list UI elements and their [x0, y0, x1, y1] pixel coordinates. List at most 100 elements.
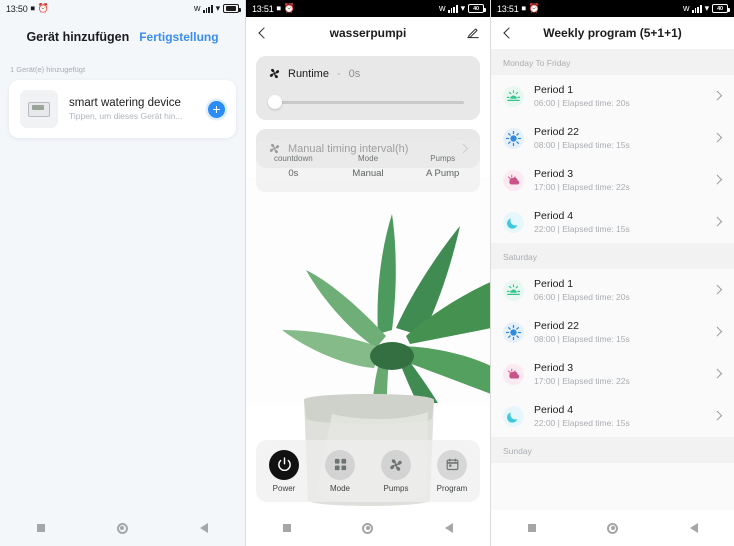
nav-home-button[interactable]	[354, 522, 382, 534]
dock-mode-button[interactable]: Mode	[312, 449, 368, 493]
nav-recents-button[interactable]	[518, 524, 546, 532]
sunrise-icon	[503, 85, 524, 107]
sun-icon	[503, 321, 524, 343]
status-bar: 13:51 ⏹ ⏰ w ▾ 40	[246, 0, 490, 17]
chevron-right-icon	[714, 176, 722, 184]
chevron-right-icon	[714, 134, 722, 142]
list-item[interactable]: Period 22 08:00 | Elapsed time: 15s	[491, 117, 734, 159]
slider-knob[interactable]	[268, 95, 282, 109]
chevron-right-icon	[714, 286, 722, 294]
page-title: wasserpumpi	[329, 26, 407, 40]
wifi-icon: ▾	[215, 3, 221, 13]
finish-button[interactable]: Fertigstellung	[139, 30, 218, 44]
period-meta: 22:00 | Elapsed time: 15s	[534, 418, 630, 428]
pencil-icon[interactable]	[466, 26, 480, 40]
wifi-icon: ▾	[460, 3, 466, 13]
list-item[interactable]: Period 1 06:00 | Elapsed time: 20s	[491, 269, 734, 311]
wifi-icon: ▾	[704, 3, 710, 13]
list-item[interactable]: Period 3 17:00 | Elapsed time: 22s	[491, 353, 734, 395]
triangle-icon	[200, 523, 209, 533]
nav-back-button[interactable]	[680, 523, 708, 533]
dock-pumps-label: Pumps	[383, 483, 409, 493]
back-icon[interactable]	[256, 26, 270, 40]
moon-icon	[503, 405, 524, 427]
fan-icon	[268, 67, 281, 80]
power-icon	[269, 449, 299, 480]
list-item-text: Period 3 17:00 | Elapsed time: 22s	[534, 168, 704, 192]
period-meta: 06:00 | Elapsed time: 20s	[534, 98, 630, 108]
screen-device-control: 13:51 ⏹ ⏰ w ▾ 40 wasserpumpi Runtime · 0…	[245, 0, 490, 546]
status-bar-right: w ▾	[193, 3, 241, 13]
status-bar: 13:50 ⏹ ⏰ w ▾	[0, 0, 245, 17]
add-device-header: Gerät hinzufügen Fertigstellung	[0, 17, 245, 57]
list-item-text: Period 4 22:00 | Elapsed time: 15s	[534, 404, 704, 428]
status-countdown-value: 0s	[288, 167, 299, 179]
list-item[interactable]: Period 4 22:00 | Elapsed time: 15s	[491, 395, 734, 437]
back-icon[interactable]	[501, 26, 515, 40]
period-list-weekdays: Period 1 06:00 | Elapsed time: 20s Perio…	[491, 75, 734, 243]
device-hint: Tippen, um dieses Gerät hin...	[69, 111, 183, 121]
status-bar: 13:51 ⏹ ⏰ w ▾ 40	[491, 0, 734, 17]
square-icon	[282, 524, 291, 532]
nav-recents-button[interactable]	[27, 524, 55, 532]
circle-icon	[116, 522, 128, 534]
period-name: Period 3	[534, 168, 574, 180]
dock-power-button[interactable]: Power	[256, 449, 312, 493]
nav-back-button[interactable]	[435, 523, 463, 533]
period-name: Period 1	[534, 278, 574, 290]
period-name: Period 22	[534, 126, 579, 138]
moon-icon	[503, 211, 524, 233]
android-nav-bar	[491, 510, 734, 546]
list-item[interactable]: Period 4 22:00 | Elapsed time: 15s	[491, 201, 734, 243]
list-item-text: Period 1 06:00 | Elapsed time: 20s	[534, 278, 704, 302]
list-item[interactable]: Period 22 08:00 | Elapsed time: 15s	[491, 311, 734, 353]
sun-icon	[503, 127, 524, 149]
dock-program-button[interactable]: Program	[424, 449, 480, 493]
square-icon	[36, 524, 45, 532]
status-bar-right: w ▾ 40	[683, 3, 730, 13]
list-item-text: Period 4 22:00 | Elapsed time: 15s	[534, 210, 704, 234]
weekly-program-list[interactable]: Monday To Friday Period 1 06:00 | Elapse…	[491, 49, 734, 546]
device-header: wasserpumpi	[246, 17, 490, 49]
dock-pumps-button[interactable]: Pumps	[368, 449, 424, 493]
runtime-separator: ·	[336, 67, 341, 80]
list-item[interactable]: Period 1 06:00 | Elapsed time: 20s	[491, 75, 734, 117]
runtime-slider[interactable]	[268, 95, 468, 109]
sunset-icon	[503, 363, 524, 385]
list-item-text: Period 1 06:00 | Elapsed time: 20s	[534, 84, 704, 108]
period-name: Period 4	[534, 210, 574, 222]
status-mode-value: Manual	[352, 167, 384, 179]
nav-home-button[interactable]	[108, 522, 136, 534]
fan-icon	[381, 449, 411, 480]
status-pumps-value: A Pump	[426, 167, 460, 179]
list-item-text: Period 22 08:00 | Elapsed time: 15s	[534, 126, 704, 150]
device-card[interactable]: smart watering device Tippen, um dieses …	[9, 80, 236, 138]
dock-mode-label: Mode	[329, 483, 350, 493]
bluetooth-icon: w	[193, 3, 201, 13]
circle-icon	[362, 522, 374, 534]
period-name: Period 4	[534, 404, 574, 416]
list-item[interactable]: Period 3 17:00 | Elapsed time: 22s	[491, 159, 734, 201]
square-icon	[527, 524, 536, 532]
status-bar-right: w ▾ 40	[439, 3, 486, 13]
day-header-sunday: Sunday	[491, 437, 734, 463]
nav-home-button[interactable]	[599, 522, 627, 534]
runtime-card: Runtime · 0s	[256, 56, 480, 120]
period-list-saturday: Period 1 06:00 | Elapsed time: 20s Perio…	[491, 269, 734, 437]
status-bar-left: 13:50 ⏹ ⏰	[6, 4, 49, 14]
nav-recents-button[interactable]	[273, 524, 301, 532]
alarm-muted-icon: ⏹	[30, 3, 36, 13]
period-meta: 06:00 | Elapsed time: 20s	[534, 292, 630, 302]
period-name: Period 1	[534, 84, 574, 96]
triangle-icon	[445, 523, 454, 533]
add-device-button[interactable]: +	[208, 100, 225, 118]
runtime-label: Runtime	[288, 67, 329, 80]
battery-icon: 40	[468, 4, 486, 13]
device-info: smart watering device Tippen, um dieses …	[69, 97, 197, 121]
page-title: Gerät hinzufügen	[26, 30, 130, 44]
page-title: Weekly program (5+1+1)	[543, 26, 682, 40]
period-name: Period 3	[534, 362, 574, 374]
nav-back-button[interactable]	[190, 523, 218, 533]
circle-icon	[607, 522, 618, 534]
slider-track	[276, 101, 464, 104]
